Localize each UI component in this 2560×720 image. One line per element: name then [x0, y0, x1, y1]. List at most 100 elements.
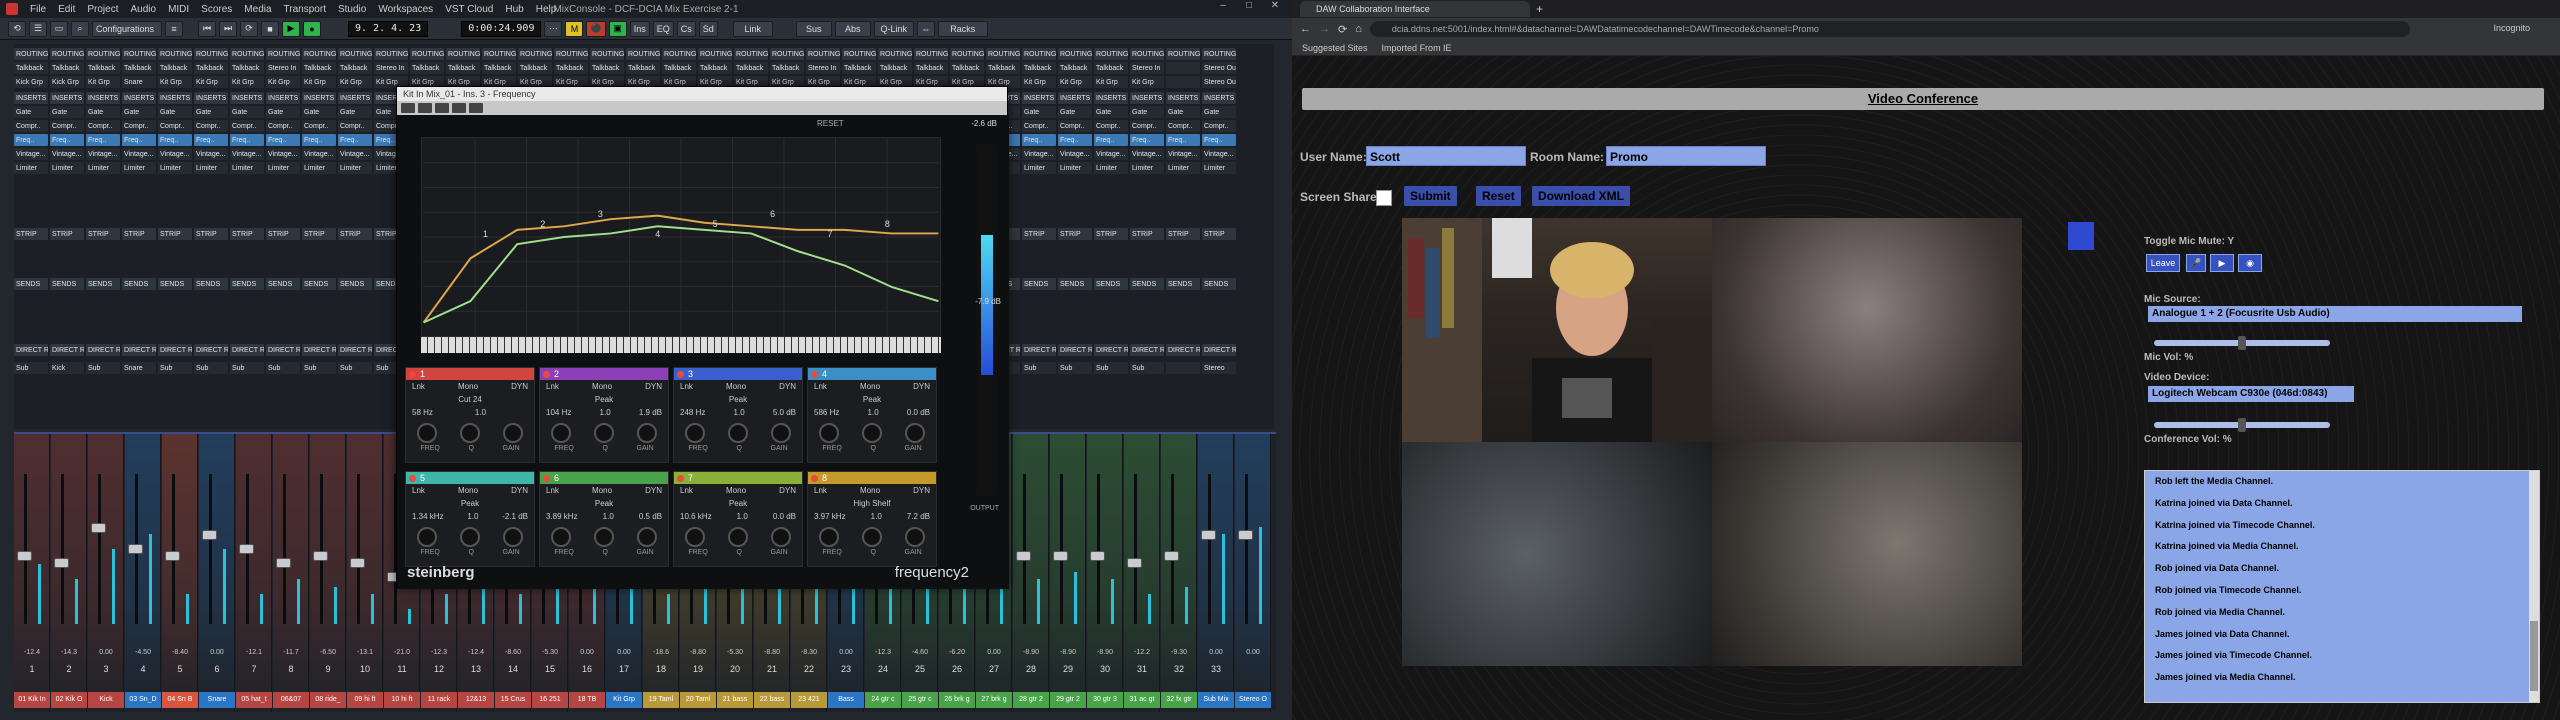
band-link[interactable]: Lnk	[546, 382, 559, 391]
rack-slot-routing[interactable]: ROUTING	[662, 48, 696, 60]
channel-name[interactable]: Snare	[199, 692, 235, 708]
rack-slot-outputs[interactable]: Kit Grp	[1022, 76, 1056, 88]
channel-name[interactable]: 31 ac gt	[1124, 692, 1160, 708]
rack-slot-eqrow[interactable]: Freq..	[86, 134, 120, 146]
rack-slot-routing[interactable]: ROUTING	[446, 48, 480, 60]
band-dyn[interactable]: DYN	[779, 382, 796, 391]
rack-slot-vintage[interactable]: Vintage...	[1202, 148, 1236, 160]
band-link[interactable]: Lnk	[412, 382, 425, 391]
channel-name[interactable]: Kick	[88, 692, 124, 708]
q-knob[interactable]	[593, 423, 614, 443]
fader-value[interactable]: 0.00	[569, 649, 605, 656]
rack-slot-bottom[interactable]: Sub	[86, 362, 120, 374]
rack-slot-comp[interactable]: Compr..	[1202, 120, 1236, 132]
rack-slot-comp[interactable]: Compr..	[1130, 120, 1164, 132]
fader-track[interactable]	[209, 474, 212, 624]
band-type[interactable]: Peak	[729, 499, 747, 508]
band-type[interactable]: Peak	[461, 499, 479, 508]
channel-name[interactable]: Sub Mix	[1198, 692, 1234, 708]
rack-slot-routing[interactable]: ROUTING	[86, 48, 120, 60]
rack-slot-direct[interactable]: DIRECT ROU	[86, 344, 120, 356]
channel-name[interactable]: 27 brk g	[976, 692, 1012, 708]
inserts-button[interactable]: Ins	[629, 20, 650, 37]
rack-slot-inputs[interactable]: Stereo Out	[1202, 62, 1236, 74]
rack-slot-strip[interactable]: STRIP	[14, 228, 48, 240]
channel-name[interactable]: 01 Kik In	[14, 692, 50, 708]
rack-slot-sends[interactable]: SENDS	[266, 278, 300, 290]
rack-slot-strip[interactable]: STRIP	[302, 228, 336, 240]
channel-name[interactable]: 11 rack	[421, 692, 457, 708]
band-power-icon[interactable]	[543, 371, 550, 378]
rack-slot-bottom[interactable]: Stereo	[1202, 362, 1236, 374]
log-scrollbar[interactable]	[2529, 471, 2539, 702]
rack-slot-comp[interactable]: Compr..	[1094, 120, 1128, 132]
channel-name[interactable]: 18 TB	[569, 692, 605, 708]
rack-slot-gate[interactable]: Gate	[1166, 106, 1200, 118]
leave-button[interactable]: Leave	[2146, 254, 2180, 272]
band-type[interactable]: Peak	[595, 395, 613, 404]
rack-slot-bottom[interactable]: Sub	[302, 362, 336, 374]
rack-slot-strip[interactable]: STRIP	[266, 228, 300, 240]
menu-studio[interactable]: Studio	[332, 4, 372, 15]
fader-value[interactable]: -11.7	[273, 649, 309, 656]
fader-value[interactable]: -8.60	[495, 649, 531, 656]
rack-slot-routing[interactable]: ROUTING	[518, 48, 552, 60]
rack-slot-outputs[interactable]: Kit Grp	[1058, 76, 1092, 88]
configurations-dropdown[interactable]: Configurations	[92, 20, 162, 37]
fader-value[interactable]: -8.80	[680, 649, 716, 656]
channel-name[interactable]: 12&13	[458, 692, 494, 708]
band-mode[interactable]: Mono	[726, 382, 746, 391]
freq-knob[interactable]	[685, 527, 706, 547]
rack-slot-strip[interactable]: STRIP	[1094, 228, 1128, 240]
rack-slot-sends[interactable]: SENDS	[1058, 278, 1092, 290]
band-mode[interactable]: Mono	[860, 486, 880, 495]
rack-slot-vintage[interactable]: Vintage...	[86, 148, 120, 160]
rack-slot-limiter[interactable]: Limiter	[50, 162, 84, 174]
rack-slot-limiter[interactable]: Limiter	[1058, 162, 1092, 174]
browser-tab[interactable]: DAW Collaboration Interface	[1300, 1, 1530, 17]
rack-slot-eqrow[interactable]: Freq..	[1166, 134, 1200, 146]
rack-slot-strip[interactable]: STRIP	[122, 228, 156, 240]
rack-slot-gate[interactable]: Gate	[266, 106, 300, 118]
rack-slot-gate[interactable]: Gate	[1058, 106, 1092, 118]
eq-band-node[interactable]: 4	[655, 229, 660, 239]
freq-knob[interactable]	[685, 423, 706, 443]
rack-slot-bottom[interactable]: Sub	[1130, 362, 1164, 374]
play-icon[interactable]: ▶	[282, 20, 300, 37]
rack-slot-bottom[interactable]: Kick	[50, 362, 84, 374]
rack-slot-sends[interactable]: SENDS	[122, 278, 156, 290]
band-mode[interactable]: Mono	[860, 382, 880, 391]
fader-value[interactable]: 0.00	[199, 649, 235, 656]
band-header[interactable]: 4	[808, 368, 936, 380]
rack-slot-strip[interactable]: STRIP	[1022, 228, 1056, 240]
new-tab-icon[interactable]: +	[1536, 2, 1543, 16]
channel-name[interactable]: 21 bass	[717, 692, 753, 708]
camera-icon[interactable]: ▶	[2210, 254, 2234, 272]
channel-name[interactable]: 16 251	[532, 692, 568, 708]
rack-slot-inserts[interactable]: INSERTS	[86, 92, 120, 104]
rack-slot-eqrow[interactable]: Freq..	[158, 134, 192, 146]
rack-slot-eqrow[interactable]: Freq..	[338, 134, 372, 146]
rack-slot-comp[interactable]: Compr..	[122, 120, 156, 132]
rack-slot-inserts[interactable]: INSERTS	[1022, 92, 1056, 104]
home-icon[interactable]: ⌂	[1355, 23, 1362, 35]
rack-slot-limiter[interactable]: Limiter	[1094, 162, 1128, 174]
close-button[interactable]: ✕	[1262, 0, 1288, 11]
band-type[interactable]: Peak	[595, 499, 613, 508]
rack-slot-direct[interactable]: DIRECT ROU	[122, 344, 156, 356]
rack-slot-limiter[interactable]: Limiter	[338, 162, 372, 174]
rack-slot-outputs[interactable]: Kit Grp	[1094, 76, 1128, 88]
rack-slot-strip[interactable]: STRIP	[1058, 228, 1092, 240]
rack-slot-inputs[interactable]: Talkback	[482, 62, 516, 74]
q-knob[interactable]	[459, 527, 480, 547]
rack-slot-inputs[interactable]: Stereo In	[266, 62, 300, 74]
fader-handle[interactable]	[1053, 551, 1068, 561]
eq-band-node[interactable]: 7	[828, 229, 833, 239]
tools-icon[interactable]: ≡	[165, 20, 183, 37]
reload-icon[interactable]: ⟳	[1338, 23, 1347, 36]
rack-slot-direct[interactable]: DIRECT ROU	[194, 344, 228, 356]
gain-knob[interactable]	[904, 423, 925, 443]
rack-slot-comp[interactable]: Compr..	[1022, 120, 1056, 132]
rack-slot-routing[interactable]: ROUTING	[1022, 48, 1056, 60]
download-xml-button[interactable]: Download XML	[1532, 186, 1630, 206]
